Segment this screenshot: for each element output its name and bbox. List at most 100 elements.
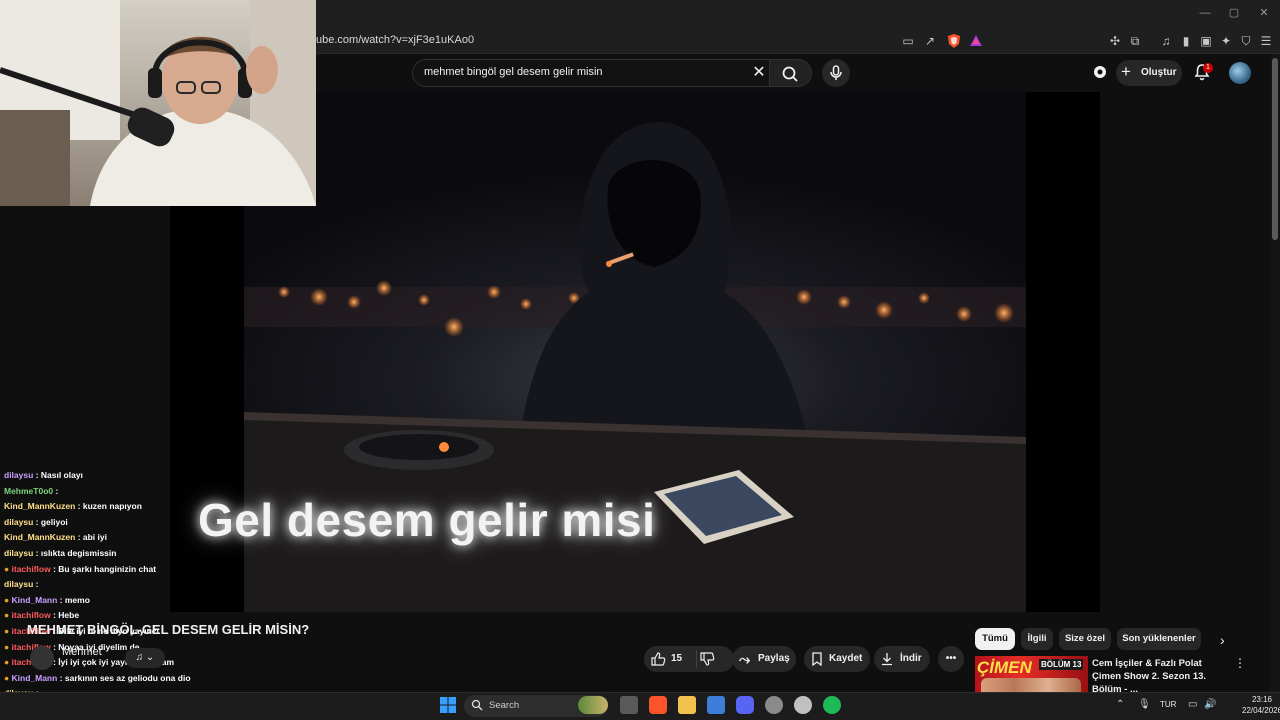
plus-icon: +: [1121, 62, 1131, 81]
chat-message: Kind_MannKuzen : abi iyi: [4, 532, 107, 542]
file-explorer-icon[interactable]: [678, 696, 696, 714]
maximize-icon[interactable]: ▢: [1227, 6, 1241, 20]
url-text[interactable]: ube.com/watch?v=xjF3e1uKAo0: [316, 34, 474, 46]
avatar[interactable]: [1229, 62, 1251, 84]
chat-text: abi iyi: [82, 532, 107, 543]
chat-username: Kind_MannKuzen: [4, 532, 76, 543]
sidebar-icon[interactable]: ▮: [1178, 33, 1194, 49]
share-icon[interactable]: ↗: [922, 33, 938, 49]
menu-icon[interactable]: ☰: [1258, 33, 1274, 49]
lyric-overlay: Gel desem gelir misi: [198, 494, 656, 546]
chat-username: dilaysu: [4, 516, 34, 527]
thumbs-down-icon: [700, 652, 715, 666]
music-icon[interactable]: ♫: [1158, 33, 1174, 49]
recommendation-thumbnail[interactable]: ÇİMEN BÖLÜM 13: [975, 656, 1088, 692]
taskbar-search-label: Search: [489, 700, 520, 711]
more-icon: •••: [945, 653, 957, 664]
download-label: İndir: [900, 653, 922, 664]
bell-icon: ♫ ⌄: [135, 652, 155, 663]
chat-message: ● itachiflow : Bu şarkı hanginizin chat: [4, 564, 156, 574]
tray-overflow-icon[interactable]: ⌃: [1116, 699, 1124, 710]
brave-browser-icon[interactable]: [649, 696, 667, 714]
chat-text: ıslıkta degismissin: [40, 548, 117, 558]
app-icon[interactable]: [707, 696, 725, 714]
chat-username: Kind_Mann: [11, 594, 58, 605]
customize-icon[interactable]: [1092, 64, 1108, 80]
chat-text: sarkının ses az geliodu ona dio: [64, 672, 191, 683]
chat-text: kuzen napıyon: [82, 501, 142, 512]
chat-username: MehmeT0o0: [4, 485, 54, 496]
like-button[interactable]: 15: [644, 646, 734, 672]
subscribe-bell-button[interactable]: ♫ ⌄: [125, 648, 165, 668]
share-label: Paylaş: [758, 653, 790, 664]
like-divider: [696, 650, 697, 668]
search-query[interactable]: mehmet bingöl gel desem gelir misin: [424, 66, 603, 78]
chat-badge-icon: ●: [4, 641, 12, 652]
recommendation-title[interactable]: Cem İşçiler & Fazlı Polat Çimen Show 2. …: [1092, 657, 1228, 696]
notification-badge: 1: [1203, 63, 1213, 73]
chip-recent[interactable]: Son yüklenenler: [1117, 628, 1201, 650]
scrollbar-thumb[interactable]: [1272, 58, 1278, 240]
thumb-people-image: [981, 678, 1081, 692]
chat-message: ● itachiflow : Hebe: [4, 610, 79, 620]
settings-gear-icon[interactable]: [765, 696, 783, 714]
leo-ai-icon[interactable]: ✦: [1218, 33, 1234, 49]
tray-display-icon[interactable]: ▭: [1188, 699, 1197, 710]
input-language[interactable]: TUR: [1160, 700, 1176, 709]
chat-separator: :: [53, 485, 59, 496]
chat-username: dilaysu: [4, 548, 34, 558]
chat-message: ● Kind_Mann : memo: [4, 595, 90, 605]
chat-badge-icon: ●: [4, 657, 12, 668]
screenshot-icon[interactable]: ⧉: [1127, 33, 1143, 49]
bookmark-icon: [812, 652, 822, 666]
tray-mic-icon[interactable]: 🎙: [1138, 699, 1151, 710]
chat-text: Bu şarkı hanginizin chat: [58, 563, 157, 574]
voice-search-button[interactable]: [822, 59, 850, 87]
chat-separator: :: [33, 579, 39, 590]
more-actions-button[interactable]: •••: [938, 646, 964, 672]
cast-icon[interactable]: ▭: [900, 33, 916, 49]
discord-icon[interactable]: [736, 696, 754, 714]
chat-message: Kind_MannKuzen : kuzen napıyon: [4, 501, 142, 511]
clock-date: 22/04/2026: [1242, 706, 1280, 715]
vpn-icon[interactable]: ⛉: [1238, 33, 1254, 49]
clear-search-icon[interactable]: ✕: [749, 63, 769, 83]
search-button[interactable]: [770, 59, 812, 87]
tray-volume-icon[interactable]: 🔊: [1204, 699, 1216, 710]
chips-next-icon[interactable]: ›: [1220, 632, 1225, 648]
chat-separator: :: [33, 516, 41, 527]
save-label: Kaydet: [829, 653, 863, 664]
save-button[interactable]: Kaydet: [804, 646, 870, 672]
chat-username: dilaysu: [4, 470, 34, 480]
chip-related[interactable]: İlgili: [1021, 628, 1053, 650]
recommendation-menu-icon[interactable]: ⋮: [1234, 656, 1246, 670]
brave-shield-icon[interactable]: [946, 33, 962, 49]
thumb-badge: BÖLÜM 13: [1039, 659, 1084, 670]
thumbs-up-icon: [651, 652, 666, 666]
share-button[interactable]: ⤳ Paylaş: [732, 646, 796, 672]
close-icon[interactable]: ✕: [1257, 6, 1271, 20]
video-title: MEHMET BİNGÖL-GEL DESEM GELİR MİSİN?: [27, 622, 310, 637]
task-view-icon[interactable]: [620, 696, 638, 714]
channel-avatar[interactable]: [30, 646, 54, 670]
chip-for-you[interactable]: Size özel: [1059, 628, 1111, 650]
download-button[interactable]: İndir: [874, 646, 930, 672]
windows-start-icon[interactable]: [440, 697, 456, 713]
dislike-button[interactable]: [699, 651, 715, 667]
channel-name[interactable]: Mehmet: [62, 646, 102, 658]
like-count: 15: [671, 653, 683, 664]
minimize-icon[interactable]: —: [1198, 6, 1212, 20]
chat-badge-icon: ●: [4, 594, 12, 605]
wallet-icon[interactable]: ▣: [1198, 33, 1214, 49]
brave-rewards-icon[interactable]: [968, 33, 984, 49]
chat-username: itachiflow: [11, 610, 51, 621]
obs-icon[interactable]: [794, 696, 812, 714]
taskbar-clock[interactable]: 23:16 22/04/2026: [1242, 694, 1280, 716]
chat-badge-icon: ●: [4, 563, 12, 574]
webcam-overlay: [0, 0, 316, 206]
extensions-icon[interactable]: ✣: [1107, 33, 1123, 49]
search-highlight-icon[interactable]: [578, 696, 608, 714]
chat-text: Nasıl olayı: [40, 470, 83, 480]
spotify-icon[interactable]: [823, 696, 841, 714]
chip-all[interactable]: Tümü: [975, 628, 1015, 650]
